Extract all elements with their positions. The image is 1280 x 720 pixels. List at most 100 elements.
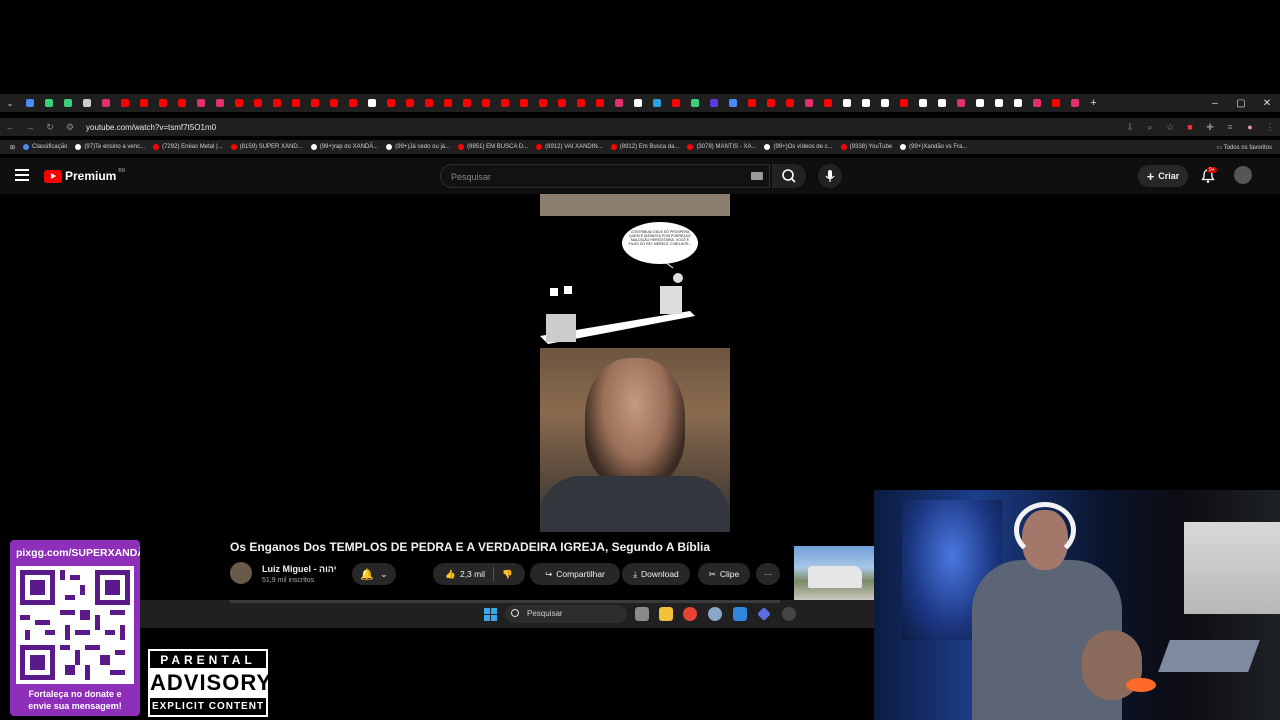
browser-tab[interactable] (666, 94, 685, 112)
browser-tab[interactable] (20, 94, 39, 112)
browser-tab[interactable] (989, 94, 1008, 112)
bookmark-item[interactable]: (97)Te ensino a venc... (75, 144, 145, 150)
account-avatar[interactable] (1234, 166, 1252, 184)
bookmark-item[interactable]: (3078) MANTIS - XA... (687, 144, 756, 150)
browser-tab[interactable] (685, 94, 704, 112)
browser-tab[interactable] (875, 94, 894, 112)
browser-tab[interactable] (438, 94, 457, 112)
keyboard-icon[interactable] (751, 172, 763, 180)
browser-tab[interactable] (476, 94, 495, 112)
close-window-icon[interactable]: ✕ (1254, 98, 1280, 109)
browser-tab[interactable] (495, 94, 514, 112)
media-icon[interactable]: ≡ (1220, 122, 1240, 132)
browser-tab[interactable] (457, 94, 476, 112)
browser-tab[interactable] (77, 94, 96, 112)
recommended-video-thumbnail[interactable] (794, 546, 874, 600)
browser-tab[interactable] (343, 94, 362, 112)
browser-tab[interactable] (818, 94, 837, 112)
browser-tab[interactable] (191, 94, 210, 112)
browser-tab[interactable] (837, 94, 856, 112)
voice-search-button[interactable] (818, 164, 842, 188)
browser-tab[interactable] (533, 94, 552, 112)
browser-tab[interactable] (780, 94, 799, 112)
browser-tab[interactable] (381, 94, 400, 112)
browser-tab[interactable] (571, 94, 590, 112)
apps-icon[interactable]: ⊞ (10, 144, 15, 151)
all-bookmarks-folder[interactable]: ▭ Todos os favoritos (1216, 144, 1272, 151)
browser-tab[interactable] (799, 94, 818, 112)
address-url[interactable]: youtube.com/watch?v=tsmf7t5O1m0 (86, 123, 216, 132)
browser-tab[interactable] (761, 94, 780, 112)
minimize-icon[interactable]: – (1202, 98, 1228, 109)
back-icon[interactable]: ← (0, 122, 20, 132)
install-icon[interactable]: ⇩ (1120, 122, 1140, 133)
browser-tab[interactable] (58, 94, 77, 112)
browser-tab[interactable] (913, 94, 932, 112)
browser-tab[interactable] (153, 94, 172, 112)
browser-tab[interactable] (932, 94, 951, 112)
browser-tab[interactable] (1027, 94, 1046, 112)
taskbar-search-input[interactable]: Pesquisar (505, 605, 627, 623)
browser-tab[interactable] (324, 94, 343, 112)
bookmark-item[interactable]: (9338) YouTube (840, 144, 892, 150)
more-actions-button[interactable]: ··· (756, 563, 780, 585)
channel-name[interactable]: Luiz Miguel - יהוה (262, 564, 336, 574)
browser-tab[interactable] (286, 94, 305, 112)
browser-tab[interactable] (305, 94, 324, 112)
browser-tab[interactable] (248, 94, 267, 112)
browser-tab[interactable] (552, 94, 571, 112)
browser-tab[interactable] (39, 94, 58, 112)
extensions-puzzle-icon[interactable]: ✚ (1200, 122, 1220, 133)
site-info-icon[interactable]: ⚙ (60, 122, 80, 133)
like-dislike-button[interactable]: 👍 2,3 mil 👎 (433, 563, 525, 585)
bookmark-item[interactable]: (8912) VAI XANDIN... (536, 144, 603, 150)
browser-tab[interactable] (96, 94, 115, 112)
photos-icon[interactable] (733, 607, 747, 621)
browser-tab[interactable] (704, 94, 723, 112)
bookmark-item[interactable]: (7292) Enéas Metal |... (153, 144, 223, 150)
browser-tab[interactable] (419, 94, 438, 112)
bookmark-item[interactable]: Classificação (23, 144, 67, 150)
task-view-icon[interactable] (635, 607, 649, 621)
browser-tab[interactable] (894, 94, 913, 112)
browser-tab[interactable] (1008, 94, 1027, 112)
chrome-icon[interactable] (683, 607, 697, 621)
download-button[interactable]: ⤓ Download (622, 563, 690, 585)
dislike-icon[interactable]: 👎 (502, 569, 513, 580)
video-player[interactable]: CONTRIBUA! DEUS SÓ PROSPERA QUEM É DIZIM… (540, 194, 730, 532)
bookmark-item[interactable]: (8851) EM BUSCA D... (458, 144, 528, 150)
browser-tab[interactable] (210, 94, 229, 112)
search-button[interactable] (772, 164, 806, 188)
bookmark-item[interactable]: (99+)rap do XANDÃ... (310, 144, 378, 150)
browser-tab[interactable] (856, 94, 875, 112)
bookmark-item[interactable]: (8159) SUPER XAND... (230, 144, 303, 150)
bookmark-item[interactable]: (99+)Já cedo ou já... (386, 144, 450, 150)
settings-icon[interactable] (708, 607, 722, 621)
obs-icon[interactable] (782, 607, 796, 621)
like-icon[interactable]: 👍 (445, 569, 456, 580)
bookmark-item[interactable]: (99+)Os vídeos de c... (764, 144, 833, 150)
profile-icon[interactable]: ● (1240, 122, 1260, 132)
browser-tab[interactable] (115, 94, 134, 112)
windows-start-icon[interactable] (484, 608, 497, 621)
browser-tab[interactable] (609, 94, 628, 112)
browser-tab[interactable] (362, 94, 381, 112)
hamburger-menu-icon[interactable] (15, 169, 29, 181)
subscription-bell-button[interactable]: 🔔 ⌄ (352, 563, 396, 585)
search-input[interactable]: Pesquisar (440, 164, 770, 188)
browser-tab[interactable] (1065, 94, 1084, 112)
browser-tab[interactable] (134, 94, 153, 112)
browser-tab[interactable] (172, 94, 191, 112)
browser-tab[interactable] (647, 94, 666, 112)
bookmark-item[interactable]: (8912) Em Busca da... (610, 144, 679, 150)
extension-icon[interactable]: ■ (1180, 122, 1200, 132)
new-tab-icon[interactable]: + (1084, 94, 1103, 112)
browser-tab[interactable] (590, 94, 609, 112)
browser-tab[interactable] (400, 94, 419, 112)
youtube-premium-logo[interactable]: Premium BR (44, 168, 125, 183)
share-button[interactable]: ↪ Compartilhar (530, 563, 620, 585)
browser-tab[interactable] (723, 94, 742, 112)
browser-tab[interactable] (951, 94, 970, 112)
maximize-icon[interactable]: ▢ (1228, 98, 1254, 109)
bookmark-star-icon[interactable]: ☆ (1160, 122, 1180, 133)
